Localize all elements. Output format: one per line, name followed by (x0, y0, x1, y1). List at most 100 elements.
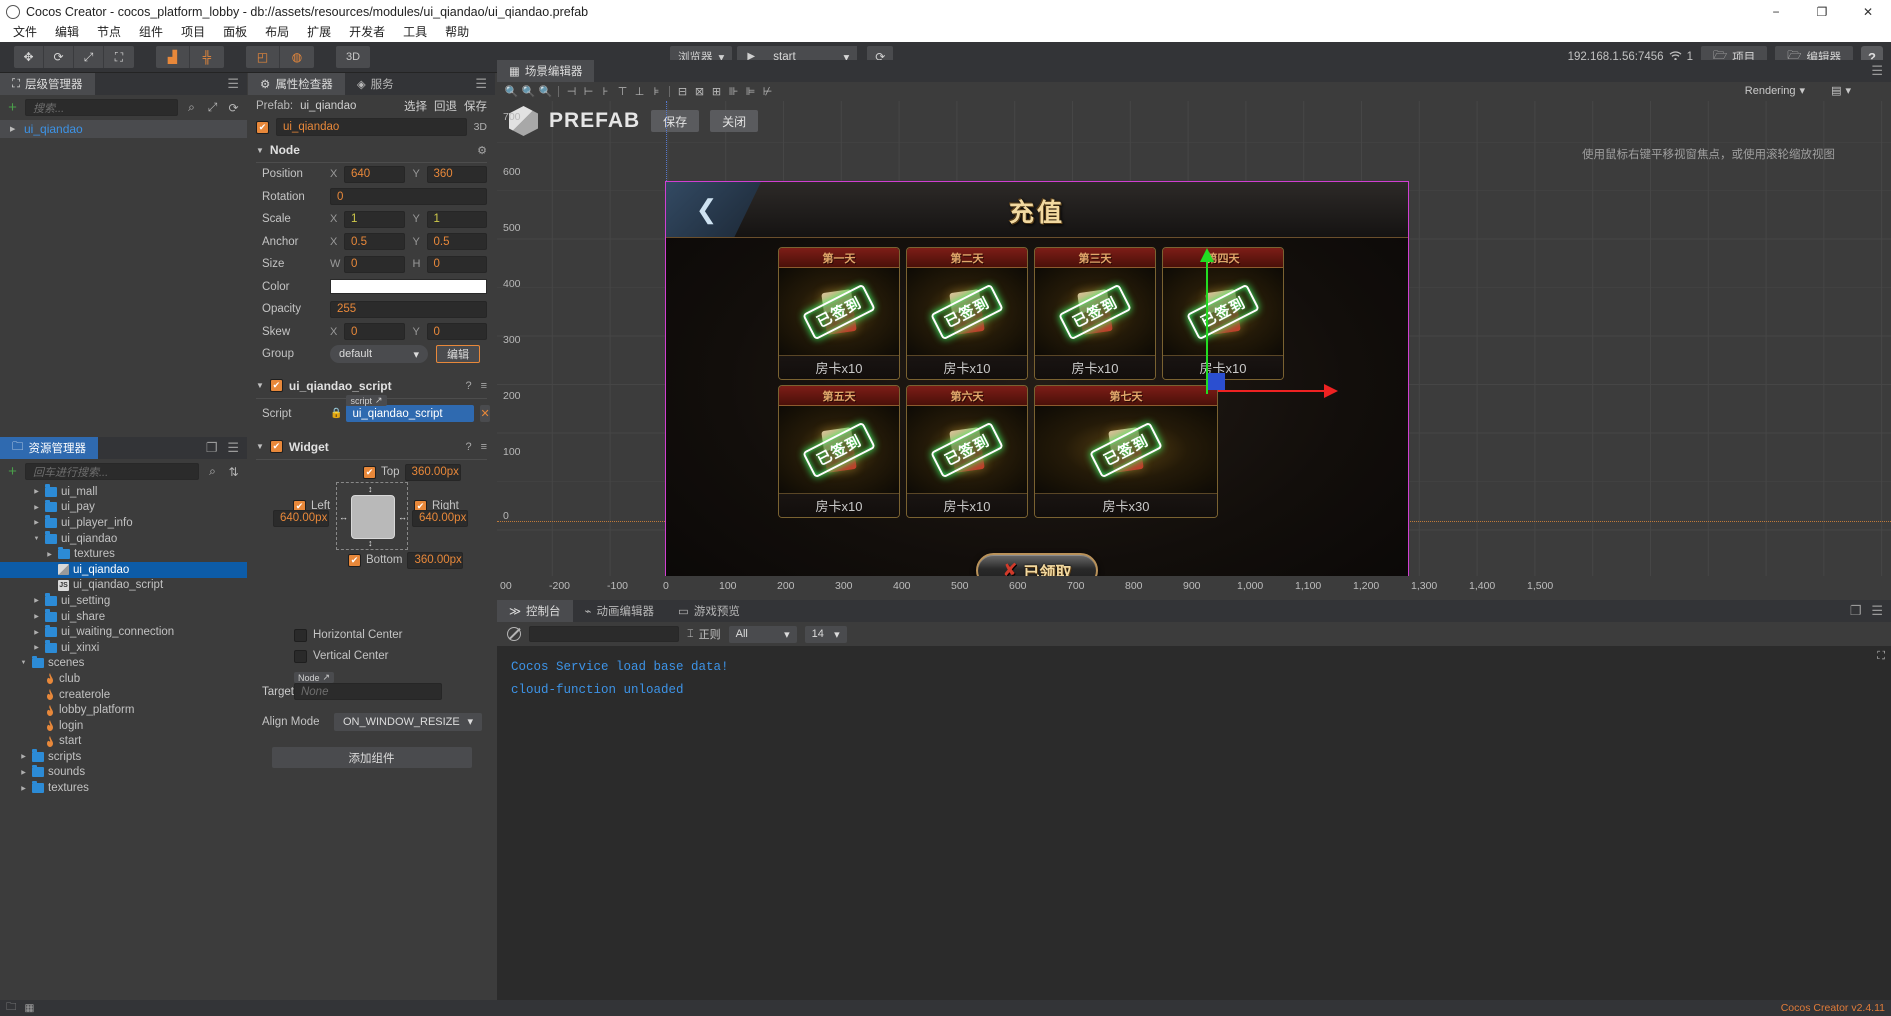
dist-v-bottom-icon[interactable]: ⊬ (759, 83, 776, 100)
group-select[interactable]: default ▾ (330, 345, 428, 364)
asset-row[interactable]: ▶ ui_share (0, 609, 247, 625)
zoom-reset-icon[interactable]: 🔍 (537, 83, 554, 100)
align-hcenter-icon[interactable]: ⊢ (580, 83, 597, 100)
asset-row[interactable]: lobby_platform (0, 702, 247, 718)
prefab-close-button[interactable]: 关闭 (710, 110, 759, 132)
asset-row[interactable]: ▶ ui_mall (0, 484, 247, 500)
asset-row[interactable]: login (0, 718, 247, 734)
script-section-header[interactable]: ▼ ui_qiandao_script ? ≡ (248, 374, 495, 398)
menu-item-panel[interactable]: 面板 (214, 23, 256, 42)
help-icon[interactable]: ? (465, 441, 471, 453)
tab-game-preview[interactable]: ▭ 游戏预览 (665, 600, 752, 622)
remove-script-button[interactable]: ✕ (480, 405, 490, 422)
external-link-icon[interactable]: ↗ (375, 395, 383, 406)
widget-vertical-center-checkbox[interactable] (294, 649, 307, 663)
clear-console-icon[interactable] (507, 627, 521, 641)
node-section-header[interactable]: ▼ Node ⚙ (248, 138, 495, 162)
tab-console[interactable]: ≫ 控制台 (497, 600, 573, 622)
opacity-input[interactable]: 255 (330, 300, 487, 318)
asset-row[interactable]: ▶ ui_xinxi (0, 640, 247, 656)
signin-card[interactable]: 第四天 已签到 房卡x10 (1162, 247, 1284, 380)
asset-row[interactable]: start (0, 734, 247, 750)
align-right-icon[interactable]: ⊦ (597, 83, 614, 100)
local-coord-icon[interactable]: ◰ (246, 46, 280, 68)
dist-h-center-icon[interactable]: ⊠ (691, 83, 708, 100)
add-node-button[interactable]: + (6, 99, 19, 116)
asset-row[interactable]: ▶ textures (0, 780, 247, 796)
sort-icon[interactable]: ⇅ (226, 465, 241, 479)
script-menu-icon[interactable]: ≡ (481, 380, 487, 392)
assets-panel-menu-icon[interactable]: ❐ ☰ (198, 437, 247, 459)
asset-row[interactable]: ▶ ui_waiting_connection (0, 624, 247, 640)
tab-animation-editor[interactable]: ⌁ 动画编辑器 (572, 600, 666, 622)
console-expand-icon[interactable]: ⛶ (1877, 650, 1885, 663)
caret-right-icon[interactable]: ▶ (45, 551, 54, 558)
collapse-all-icon[interactable]: ⤢ (205, 100, 220, 115)
console-fontsize-select[interactable]: 14 ▾ (804, 625, 847, 643)
external-link-icon[interactable]: ↗ (322, 672, 330, 683)
caret-right-icon[interactable]: ▶ (32, 519, 41, 526)
gizmo-origin-handle[interactable] (1208, 373, 1225, 390)
gizmo-x-axis[interactable] (1218, 384, 1338, 398)
widget-bottom-checkbox[interactable] (348, 553, 361, 567)
menu-item-node[interactable]: 节点 (88, 23, 130, 42)
widget-align-diagram[interactable]: ↕ ↔ ↔ ↕ (336, 481, 408, 550)
menu-item-extension[interactable]: 扩展 (298, 23, 340, 42)
signin-card[interactable]: 第三天 已签到 房卡x10 (1034, 247, 1156, 380)
dist-v-top-icon[interactable]: ⊪ (725, 83, 742, 100)
node-name-input[interactable]: ui_qiandao (276, 118, 467, 136)
size-h-input[interactable]: 0 (426, 255, 487, 273)
maximize-button[interactable]: ❐ (1799, 0, 1845, 23)
add-component-button[interactable]: 添加组件 (271, 747, 472, 768)
hierarchy-search-input[interactable]: 搜索... (25, 99, 178, 116)
dist-h-left-icon[interactable]: ⊟ (674, 83, 691, 100)
tab-scene-editor[interactable]: ▦ 场景编辑器 (497, 60, 595, 82)
widget-section-header[interactable]: ▼ Widget ? ≡ (248, 435, 495, 459)
caret-down-icon[interactable]: ▼ (256, 381, 264, 390)
rect-tool-icon[interactable]: ⛶ (104, 46, 134, 68)
asset-row[interactable]: club (0, 671, 247, 687)
search-icon[interactable]: ⌕ (184, 100, 199, 115)
toggle-3d-button[interactable]: 3D (336, 46, 370, 68)
widget-bottom-input[interactable]: 360.00px (407, 551, 464, 569)
signin-card[interactable]: 第一天 已签到 房卡x10 (778, 247, 900, 380)
game-canvas[interactable]: ❮ 充值 第一天 已签到 房卡x10 第二天 已签到 房卡x10 第三天 已签到 房卡x10 第四… (665, 181, 1409, 599)
caret-right-icon[interactable]: ▶ (32, 613, 41, 620)
align-left-icon[interactable]: ⊣ (563, 83, 580, 100)
signin-card[interactable]: 第七天 已签到 房卡x30 (1034, 385, 1218, 518)
prefab-save-action[interactable]: 保存 (464, 98, 487, 114)
widget-top-checkbox[interactable] (363, 465, 376, 479)
chevron-right-icon[interactable]: ▶ (10, 125, 19, 133)
scale-tool-icon[interactable]: ⤢ (74, 46, 104, 68)
zoom-out-icon[interactable]: 🔍 (520, 83, 537, 100)
node-enabled-checkbox[interactable] (256, 120, 269, 134)
assets-search-input[interactable]: 回车进行搜索... (25, 463, 199, 480)
console-search-input[interactable] (529, 626, 679, 642)
widget-left-input[interactable]: 640.00px (273, 509, 329, 527)
menu-item-help[interactable]: 帮助 (436, 23, 478, 42)
prefab-select-action[interactable]: 选择 (404, 98, 427, 114)
color-swatch[interactable] (330, 279, 487, 295)
tab-assets[interactable]: 🗀 资源管理器 (0, 437, 98, 459)
widget-top-input[interactable]: 360.00px (404, 463, 461, 481)
align-vcenter-icon[interactable]: ⊥ (631, 83, 648, 100)
menu-item-developer[interactable]: 开发者 (340, 23, 394, 42)
asset-row[interactable]: ▶ ui_pay (0, 499, 247, 516)
anchor-y-input[interactable]: 0.5 (426, 233, 487, 251)
scene-viewport[interactable]: PREFAB 保存 关闭 使用鼠标右键平移视窗焦点，或使用滚轮缩放视图 700 … (497, 101, 1891, 599)
console-level-select[interactable]: All ▾ (728, 625, 797, 643)
grid-icon[interactable]: ▦ (25, 1002, 35, 1014)
align-mode-select[interactable]: ON_WINDOW_RESIZE ▾ (334, 712, 482, 731)
rendering-select[interactable]: Rendering ▾ ▤ ▾ (1745, 84, 1851, 98)
prefab-revert-action[interactable]: 回退 (434, 98, 457, 114)
caret-down-icon[interactable]: ▼ (32, 536, 41, 542)
menu-item-component[interactable]: 组件 (130, 23, 172, 42)
search-icon[interactable]: ⌕ (205, 464, 220, 479)
align-bottom-icon[interactable]: ⊧ (648, 83, 665, 100)
caret-right-icon[interactable]: ▶ (32, 629, 41, 636)
dist-v-center-icon[interactable]: ⊫ (742, 83, 759, 100)
widget-horizontal-center-checkbox[interactable] (294, 628, 307, 642)
pivot-icon[interactable]: ▟ (156, 46, 190, 68)
script-enabled-checkbox[interactable] (269, 379, 283, 392)
hierarchy-node-ui-qiandao[interactable]: ▶ ui_qiandao (0, 120, 247, 138)
